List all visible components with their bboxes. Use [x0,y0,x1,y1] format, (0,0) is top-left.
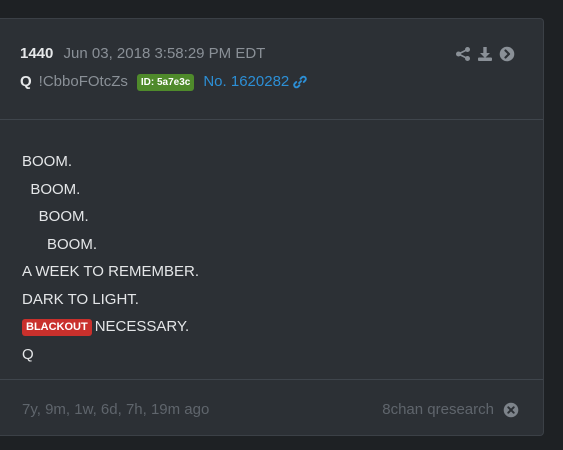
source-text: 8chan qresearch [382,401,494,418]
post-number: 1440 [20,45,54,62]
signature: Q [22,345,34,363]
necessary-text: NECESSARY. [94,318,190,335]
body-line: A WEEK TO REMEMBER. [22,263,199,280]
body-line: DARK TO LIGHT. [22,290,139,308]
post-header: 1440 Jun 03, 2018 3:58:29 PM EDT Q !Cbbo… [0,19,543,120]
post-author-line: Q !CbboFOtcZs ID: 5a7e3c No. 1620282 [20,72,307,92]
blackout-badge: BLACKOUT [22,319,92,336]
post-date: Jun 03, 2018 3:58:29 PM EDT [63,45,266,62]
download-icon[interactable] [477,46,493,62]
arrow-right-circle-icon[interactable] [499,46,515,62]
body-line: BOOM. [22,153,73,170]
id-badge: ID: 5a7e3c [136,73,195,91]
body-line: BOOM. [22,180,81,198]
body-line: BOOM. [22,235,98,253]
post-card: 1440 Jun 03, 2018 3:58:29 PM EDT Q !Cbbo… [0,18,544,436]
source-label: 8chan qresearch [382,400,519,420]
close-icon[interactable] [503,402,519,418]
elapsed-time: 7y, 9m, 1w, 6d, 7h, 19m ago [22,401,210,418]
post-footer: 7y, 9m, 1w, 6d, 7h, 19m ago 8chan qresea… [0,380,543,435]
tripcode: !CbboFOtcZs [38,73,128,90]
share-icon[interactable] [455,46,471,62]
post-meta: 1440 Jun 03, 2018 3:58:29 PM EDT [20,44,265,64]
post-reference-link[interactable]: No. 1620282 [203,72,307,92]
post-reference-text: No. 1620282 [203,73,290,90]
body-line: BOOM. [22,208,89,225]
body-line-blackout: BLACKOUT NECESSARY. [22,313,543,341]
link-icon [293,75,307,89]
author-name: Q [20,73,32,90]
post-body: BOOM. BOOM. BOOM. BOOM. A WEEK TO REMEMB… [0,120,543,380]
post-actions [455,46,515,62]
